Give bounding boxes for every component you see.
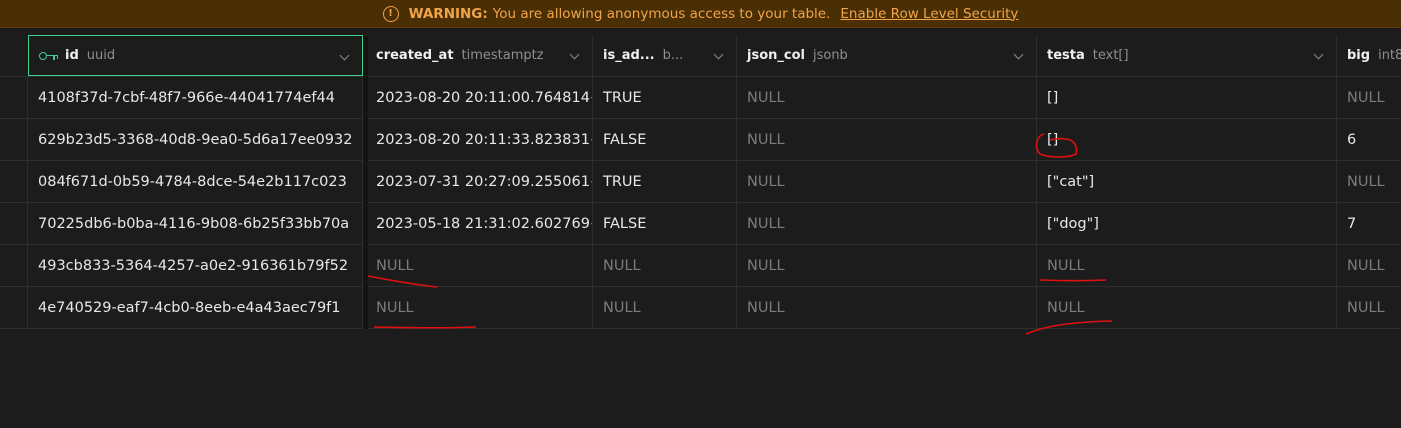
cell-is-admin[interactable]: FALSE — [593, 203, 737, 244]
key-icon — [39, 50, 59, 62]
column-header-big[interactable]: big int8 — [1337, 35, 1401, 76]
cell-big[interactable]: NULL — [1337, 245, 1401, 286]
table-row: 629b23d5-3368-40d8-9ea0-5d6a17ee0932 202… — [0, 119, 1401, 161]
column-header-id[interactable]: id uuid — [28, 35, 363, 76]
rls-warning-banner: ! WARNING: You are allowing anonymous ac… — [0, 0, 1401, 28]
cell-is-admin[interactable]: TRUE — [593, 77, 737, 118]
cell-big[interactable]: NULL — [1337, 161, 1401, 202]
row-select-cell[interactable] — [0, 77, 28, 118]
cell-created-at[interactable]: NULL — [366, 287, 593, 328]
cell-created-at[interactable]: 2023-08-20 20:11:33.823831+00 — [366, 119, 593, 160]
column-name: big — [1347, 48, 1371, 63]
cell-id[interactable]: 4108f37d-7cbf-48f7-966e-44041774ef44 — [28, 77, 363, 118]
column-header-json-col[interactable]: json_col jsonb — [737, 35, 1037, 76]
cell-json-col[interactable]: NULL — [737, 161, 1037, 202]
row-select-cell[interactable] — [0, 161, 28, 202]
chevron-down-icon[interactable] — [569, 49, 580, 60]
row-select-cell[interactable] — [0, 203, 28, 244]
table-row: 084f671d-0b59-4784-8dce-54e2b117c023 202… — [0, 161, 1401, 203]
column-type: text[] — [1092, 48, 1129, 63]
cell-big[interactable]: NULL — [1337, 287, 1401, 328]
row-select-cell[interactable] — [0, 287, 28, 328]
column-name: json_col — [747, 48, 805, 63]
cell-big[interactable]: 6 — [1337, 119, 1401, 160]
row-select-cell[interactable] — [0, 245, 28, 286]
column-type: timestamptz — [461, 48, 544, 63]
table-row: 70225db6-b0ba-4116-9b08-6b25f33bb70a 202… — [0, 203, 1401, 245]
column-name: id — [65, 48, 79, 63]
column-header-testa[interactable]: testa text[] — [1037, 35, 1337, 76]
column-name: is_ad... — [603, 48, 655, 63]
cell-json-col[interactable]: NULL — [737, 203, 1037, 244]
cell-created-at[interactable]: NULL — [366, 245, 593, 286]
cell-created-at[interactable]: 2023-05-18 21:31:02.602769+00 — [366, 203, 593, 244]
frozen-column-divider — [363, 35, 368, 329]
table-row: 4e740529-eaf7-4cb0-8eeb-e4a43aec79f1 NUL… — [0, 287, 1401, 329]
row-select-cell[interactable] — [0, 119, 28, 160]
cell-is-admin[interactable]: FALSE — [593, 119, 737, 160]
cell-testa[interactable]: [] — [1037, 77, 1337, 118]
table-row: 493cb833-5364-4257-a0e2-916361b79f52 NUL… — [0, 245, 1401, 287]
cell-id[interactable]: 084f671d-0b59-4784-8dce-54e2b117c023 — [28, 161, 363, 202]
cell-big[interactable]: NULL — [1337, 77, 1401, 118]
column-type: uuid — [86, 48, 116, 63]
column-header-is-admin[interactable]: is_ad... b... — [593, 35, 737, 76]
cell-is-admin[interactable]: NULL — [593, 287, 737, 328]
cell-testa[interactable]: ["cat"] — [1037, 161, 1337, 202]
column-name: testa — [1047, 48, 1085, 63]
warning-message: You are allowing anonymous access to you… — [492, 5, 831, 22]
cell-json-col[interactable]: NULL — [737, 245, 1037, 286]
cell-testa[interactable]: [] — [1037, 119, 1337, 160]
column-header-created-at[interactable]: created_at timestamptz — [366, 35, 593, 76]
cell-testa[interactable]: NULL — [1037, 245, 1337, 286]
column-type: jsonb — [812, 48, 848, 63]
cell-json-col[interactable]: NULL — [737, 119, 1037, 160]
cell-is-admin[interactable]: TRUE — [593, 161, 737, 202]
chevron-down-icon[interactable] — [713, 49, 724, 60]
chevron-down-icon[interactable] — [1313, 49, 1324, 60]
table-row: 4108f37d-7cbf-48f7-966e-44041774ef44 202… — [0, 77, 1401, 119]
cell-created-at[interactable]: 2023-07-31 20:27:09.255061+00 — [366, 161, 593, 202]
cell-big[interactable]: 7 — [1337, 203, 1401, 244]
cell-is-admin[interactable]: NULL — [593, 245, 737, 286]
enable-rls-link[interactable]: Enable Row Level Security — [840, 6, 1018, 22]
chevron-down-icon[interactable] — [339, 50, 350, 61]
cell-id[interactable]: 629b23d5-3368-40d8-9ea0-5d6a17ee0932 — [28, 119, 363, 160]
column-name: created_at — [376, 48, 454, 63]
column-type: int8 — [1378, 48, 1401, 63]
cell-id[interactable]: 493cb833-5364-4257-a0e2-916361b79f52 — [28, 245, 363, 286]
cell-testa[interactable]: ["dog"] — [1037, 203, 1337, 244]
warning-label: WARNING: — [408, 5, 488, 22]
cell-json-col[interactable]: NULL — [737, 287, 1037, 328]
header-row: id uuid created_at timestamptz is_ad... … — [0, 35, 1401, 77]
cell-id[interactable]: 4e740529-eaf7-4cb0-8eeb-e4a43aec79f1 — [28, 287, 363, 328]
cell-created-at[interactable]: 2023-08-20 20:11:00.764814+00 — [366, 77, 593, 118]
chevron-down-icon[interactable] — [1013, 49, 1024, 60]
cell-testa[interactable]: NULL — [1037, 287, 1337, 328]
cell-json-col[interactable]: NULL — [737, 77, 1037, 118]
column-type: b... — [662, 48, 684, 63]
cell-id[interactable]: 70225db6-b0ba-4116-9b08-6b25f33bb70a — [28, 203, 363, 244]
warning-circle-icon: ! — [382, 5, 399, 22]
